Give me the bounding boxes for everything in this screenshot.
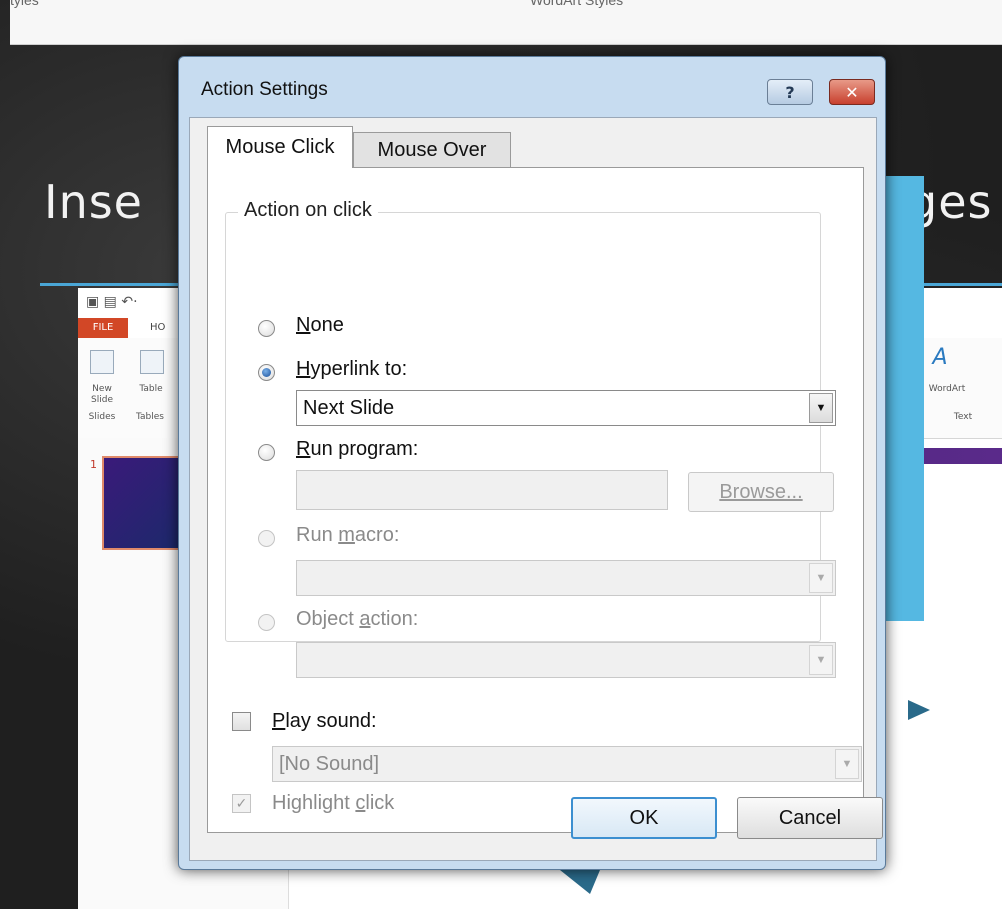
chevron-down-icon[interactable]: ▼ [809,563,833,593]
checkmark-icon: ✓ [235,795,248,812]
slide-title-left: Inse [44,175,143,229]
new-slide-label: New Slide [91,384,113,405]
run-macro-radio[interactable] [258,530,275,547]
slides-group-label: Slides [88,412,116,422]
hyperlink-value: Next Slide [303,396,395,419]
dialog-title: Action Settings [201,79,328,100]
tab-mouse-over[interactable]: Mouse Over [353,132,511,168]
object-action-label: Object action: [296,608,419,630]
macro-select[interactable]: ▼ [296,560,836,596]
tab-mouse-click[interactable]: Mouse Click [207,126,353,168]
close-icon: ✕ [845,82,859,102]
sound-value: [No Sound] [279,752,380,775]
dialog-body: Mouse Click Mouse Over Action on click N… [189,117,877,861]
play-sound-checkbox[interactable] [232,712,251,731]
ok-label: OK [629,806,659,829]
new-slide-icon [90,350,114,374]
wordart-icon: A [932,345,948,370]
ribbon-strip: tyles WordArt Styles [10,0,1002,45]
action-settings-dialog: Action Settings ? ✕ Mouse Click Mouse Ov… [178,56,886,870]
table-icon [140,350,164,374]
arrow-shape-right [908,700,930,720]
ribbon-label-wordart-styles: WordArt Styles [530,0,624,8]
chevron-down-icon[interactable]: ▼ [809,393,833,423]
browse-label: Browse... [719,480,803,503]
hyperlink-select[interactable]: Next Slide ▼ [296,390,836,426]
close-button[interactable]: ✕ [829,79,875,105]
chevron-down-icon[interactable]: ▼ [809,645,833,675]
cancel-button[interactable]: Cancel [737,797,883,839]
object-action-select[interactable]: ▼ [296,642,836,678]
wordart-label: WordArt [928,384,966,394]
program-path-input[interactable] [296,470,668,510]
hyperlink-label: Hyperlink to: [296,358,408,380]
arrow-shape-bottom [560,870,600,894]
file-tab: FILE [78,318,128,338]
help-icon: ? [785,82,795,102]
none-radio[interactable] [258,320,275,337]
home-tab: HO [150,322,166,333]
highlight-click-label: Highlight click [272,792,395,814]
none-label: None [296,314,344,336]
hyperlink-radio[interactable] [258,364,275,381]
slide-number: 1 [90,458,97,471]
table-label: Table [139,384,163,394]
text-group-label: Text [953,412,973,422]
quick-access-toolbar: ▣ ▤ ↶· [86,294,138,310]
play-sound-label: Play sound: [272,710,377,732]
help-button[interactable]: ? [767,79,813,105]
cancel-label: Cancel [778,806,842,829]
group-title: Action on click [238,199,378,222]
run-program-radio[interactable] [258,444,275,461]
object-action-radio[interactable] [258,614,275,631]
sound-select[interactable]: [No Sound] ▼ [272,746,862,782]
tables-group-label: Tables [136,412,164,422]
run-macro-label: Run macro: [296,524,400,546]
highlight-click-checkbox[interactable]: ✓ [232,794,251,813]
browse-button[interactable]: Browse... [688,472,834,512]
chevron-down-icon[interactable]: ▼ [835,749,859,779]
run-program-label: Run program: [296,438,419,460]
ribbon-label-styles: tyles [10,0,39,8]
ok-button[interactable]: OK [571,797,717,839]
